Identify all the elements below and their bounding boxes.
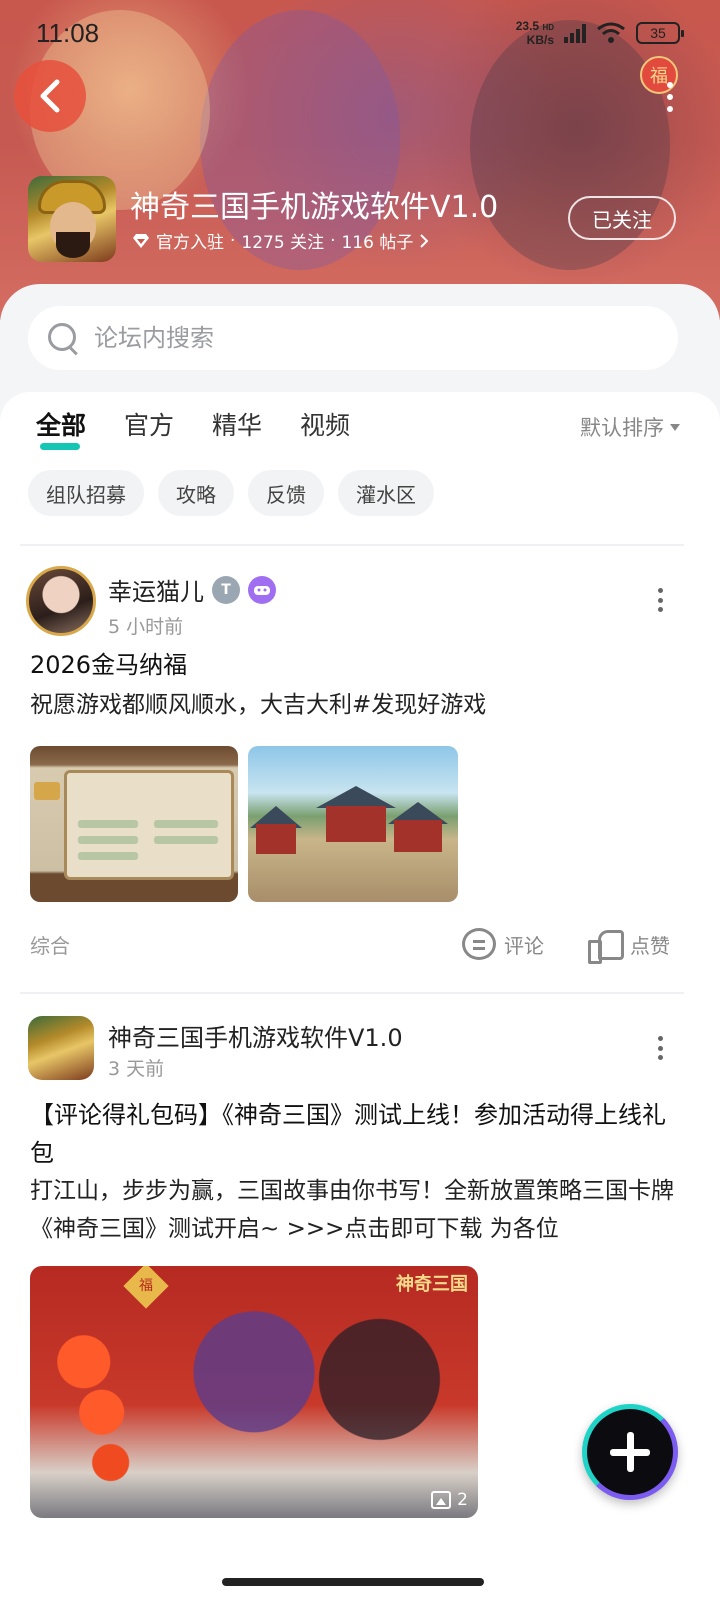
game-meta[interactable]: 官方入驻 · 1275 关注 · 116 帖子 — [132, 228, 429, 253]
like-button[interactable]: 点赞 — [588, 928, 670, 964]
topic-chips: 组队招募 攻略 反馈 灌水区 — [28, 470, 434, 516]
search-input[interactable] — [94, 324, 634, 352]
chip-team-recruit[interactable]: 组队招募 — [28, 470, 144, 516]
network-speed: 23.5 HD KB/s — [516, 20, 554, 46]
search-bar[interactable] — [28, 306, 678, 370]
chip-feedback[interactable]: 反馈 — [248, 470, 324, 516]
battery-icon: 35 — [636, 22, 684, 44]
image-count-value: 2 — [457, 1490, 468, 1510]
chip-guide[interactable]: 攻略 — [158, 470, 234, 516]
post-card[interactable]: 幸运猫儿 T 5 小时前 2026金马纳福 祝愿游戏都顺风顺水，大吉大利#发现好… — [0, 562, 720, 992]
game-logo: 神奇三国 — [396, 1274, 468, 1295]
post-category: 综合 — [30, 933, 70, 958]
image-icon — [431, 1491, 452, 1509]
net-speed-value: 23.5 — [515, 19, 540, 33]
tab-featured[interactable]: 精华 — [212, 406, 262, 450]
comment-label: 评论 — [504, 933, 544, 958]
back-button[interactable] — [14, 60, 86, 132]
plus-icon — [610, 1432, 650, 1472]
author-name: 神奇三国手机游戏软件V1.0 — [108, 1024, 403, 1052]
more-vertical-icon[interactable] — [664, 82, 676, 112]
avatar[interactable] — [28, 1016, 94, 1080]
post-time: 5 小时前 — [108, 616, 184, 638]
sort-label: 默认排序 — [580, 416, 664, 440]
tab-video[interactable]: 视频 — [300, 406, 350, 450]
tab-all[interactable]: 全部 — [36, 406, 86, 450]
divider — [20, 544, 684, 546]
diamond-icon — [133, 233, 149, 248]
wifi-icon — [597, 22, 625, 43]
post-title: 2026金马纳福 — [30, 651, 188, 679]
gamepad-badge-icon — [248, 575, 276, 604]
chevron-left-icon — [40, 79, 60, 113]
level-badge-icon: T — [212, 575, 240, 604]
status-bar: 11:08 23.5 HD KB/s 35 — [0, 0, 720, 64]
post-author[interactable]: 神奇三国手机游戏软件V1.0 — [108, 1018, 403, 1053]
tab-bar: 全部 官方 精华 视频 — [36, 406, 350, 450]
tab-official[interactable]: 官方 — [124, 406, 174, 450]
follow-button[interactable]: 已关注 — [568, 196, 676, 240]
divider — [20, 992, 684, 994]
hd-label: HD — [542, 23, 554, 32]
post-body: 祝愿游戏都顺风顺水，大吉大利#发现好游戏 — [30, 692, 487, 718]
followers-count: 1275 关注 — [241, 233, 325, 253]
post-author[interactable]: 幸运猫儿 T — [108, 572, 276, 607]
caret-down-icon — [670, 423, 680, 431]
home-indicator[interactable] — [222, 1578, 484, 1586]
chevron-right-icon — [420, 233, 429, 248]
search-icon — [46, 321, 80, 355]
author-name: 幸运猫儿 — [108, 578, 204, 606]
post-time: 3 天前 — [108, 1058, 165, 1080]
separator-dot: · — [330, 230, 336, 251]
chip-chat[interactable]: 灌水区 — [338, 470, 434, 516]
more-vertical-icon[interactable] — [656, 588, 664, 612]
official-label: 官方入驻 — [156, 233, 224, 253]
game-title: 神奇三国手机游戏软件V1.0 — [130, 190, 499, 225]
post-title: 【评论得礼包码】《神奇三国》测试上线！参加活动得上线礼包 — [30, 1101, 666, 1167]
post-image[interactable] — [248, 746, 458, 902]
comment-icon — [462, 928, 496, 960]
more-vertical-icon[interactable] — [656, 1036, 664, 1060]
signal-icon — [564, 23, 586, 43]
status-icons: 23.5 HD KB/s 35 — [516, 20, 684, 46]
separator-dot: · — [230, 230, 236, 251]
status-time: 11:08 — [36, 18, 100, 48]
image-count: 2 — [431, 1490, 468, 1510]
comment-button[interactable]: 评论 — [462, 928, 544, 960]
post-image[interactable]: 福 神奇三国 2 — [30, 1266, 478, 1518]
post-body: 打江山，步步为赢，三国故事由你书写！全新放置策略三国卡牌《神奇三国》测试开启~ … — [30, 1178, 674, 1242]
thumbs-up-icon — [588, 928, 624, 964]
net-speed-unit: KB/s — [526, 33, 554, 47]
fu-decoration: 福 — [123, 1266, 169, 1309]
post-image[interactable] — [30, 746, 238, 902]
posts-count: 116 帖子 — [341, 233, 414, 253]
avatar[interactable] — [26, 566, 96, 636]
create-post-button[interactable] — [582, 1404, 678, 1500]
post-footer: 综合 评论 点赞 — [30, 924, 680, 964]
sort-dropdown[interactable]: 默认排序 — [580, 412, 680, 442]
fu-text: 福 — [139, 1278, 153, 1294]
like-label: 点赞 — [630, 933, 670, 958]
game-icon — [28, 176, 116, 262]
